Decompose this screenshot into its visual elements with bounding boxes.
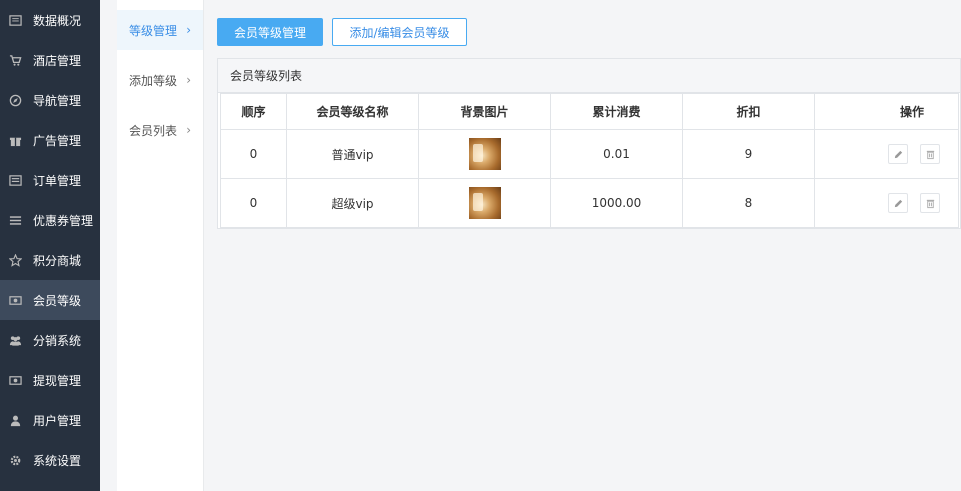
sidebar-item-label: 分销系统 [33, 333, 82, 348]
sidebar-item-0[interactable]: 数据概况 [0, 0, 100, 40]
cell-name: 普通vip [286, 129, 419, 179]
cell-order: 0 [220, 129, 287, 179]
dashboard-icon [8, 13, 22, 27]
cell-image [418, 178, 551, 228]
column-header-name: 会员等级名称 [286, 93, 419, 130]
sidebar-item-label: 系统设置 [33, 453, 82, 468]
cell-actions [814, 129, 959, 179]
subnav-item-label: 等级管理 [129, 23, 178, 38]
chevron-right-icon: › [186, 123, 191, 137]
sidebar-item-label: 订单管理 [33, 173, 82, 188]
sidebar-item-2[interactable]: 导航管理 [0, 80, 100, 120]
member-level-table: 顺序 会员等级名称 背景图片 累计消费 折扣 操作 0 普通vip 0.01 9 [220, 93, 959, 228]
pencil-icon [894, 199, 902, 207]
edit-button[interactable] [888, 144, 909, 164]
cell-actions [814, 178, 959, 228]
pencil-icon [894, 150, 902, 158]
money-icon [8, 373, 22, 387]
trash-icon [926, 199, 934, 208]
sidebar-item-9[interactable]: 提现管理 [0, 360, 100, 400]
table-header-row: 顺序 会员等级名称 背景图片 累计消费 折扣 操作 [220, 93, 959, 130]
users-icon [8, 333, 22, 347]
add-edit-member-level-button[interactable]: 添加/编辑会员等级 [332, 18, 467, 46]
star-icon [8, 253, 22, 267]
subnav-item-label: 添加等级 [129, 73, 178, 88]
delete-button[interactable] [920, 144, 940, 164]
subnav-item-member-list[interactable]: 会员列表 › [117, 110, 203, 150]
sidebar-item-7[interactable]: 会员等级 [0, 280, 100, 320]
gift-icon [8, 133, 22, 147]
sub-nav: 等级管理 › 添加等级 › 会员列表 › [117, 0, 204, 491]
cell-order: 0 [220, 178, 287, 228]
trash-icon [926, 150, 934, 159]
sidebar-item-6[interactable]: 积分商城 [0, 240, 100, 280]
column-header-order: 顺序 [220, 93, 287, 130]
member-level-management-button[interactable]: 会员等级管理 [217, 18, 323, 46]
list-icon [8, 173, 22, 187]
member-level-panel: 会员等级列表 顺序 会员等级名称 背景图片 累计消费 折扣 操作 0 普通vip… [217, 58, 961, 229]
main-sidebar: 数据概况酒店管理导航管理广告管理订单管理优惠券管理积分商城会员等级分销系统提现管… [0, 0, 100, 491]
subnav-item-label: 会员列表 [129, 123, 178, 138]
background-thumbnail[interactable] [468, 187, 501, 219]
panel-title: 会员等级列表 [218, 59, 960, 93]
chevron-right-icon: › [186, 23, 191, 37]
chevron-right-icon: › [186, 73, 191, 87]
money-icon [8, 293, 22, 307]
sidebar-item-label: 导航管理 [33, 93, 82, 108]
cell-spend: 0.01 [550, 129, 683, 179]
sidebar-item-label: 广告管理 [33, 133, 82, 148]
sidebar-item-label: 优惠券管理 [33, 213, 94, 228]
cell-name: 超级vip [286, 178, 419, 228]
sidebar-item-3[interactable]: 广告管理 [0, 120, 100, 160]
sidebar-item-label: 用户管理 [33, 413, 82, 428]
column-header-discount: 折扣 [682, 93, 815, 130]
column-header-actions: 操作 [814, 93, 959, 130]
sidebar-item-label: 数据概况 [33, 13, 82, 28]
sidebar-item-label: 酒店管理 [33, 53, 82, 68]
menu-icon [8, 213, 22, 227]
sidebar-item-5[interactable]: 优惠券管理 [0, 200, 100, 240]
delete-button[interactable] [920, 193, 940, 213]
sidebar-item-1[interactable]: 酒店管理 [0, 40, 100, 80]
table-row: 0 普通vip 0.01 9 [220, 129, 959, 179]
sidebar-item-label: 积分商城 [33, 253, 82, 268]
sidebar-item-10[interactable]: 用户管理 [0, 400, 100, 440]
column-header-spend: 累计消费 [550, 93, 683, 130]
edit-button[interactable] [888, 193, 909, 213]
table-row: 0 超级vip 1000.00 8 [220, 178, 959, 228]
cell-spend: 1000.00 [550, 178, 683, 228]
subnav-item-add-level[interactable]: 添加等级 › [117, 60, 203, 100]
user-icon [8, 413, 22, 427]
cart-icon [8, 53, 22, 67]
compass-icon [8, 93, 22, 107]
gear-icon [8, 453, 22, 467]
sidebar-item-label: 会员等级 [33, 293, 82, 308]
cell-discount: 8 [682, 178, 815, 228]
sidebar-item-4[interactable]: 订单管理 [0, 160, 100, 200]
sidebar-item-label: 提现管理 [33, 373, 82, 388]
background-thumbnail[interactable] [468, 138, 501, 170]
subnav-item-level-management[interactable]: 等级管理 › [117, 10, 203, 50]
cell-discount: 9 [682, 129, 815, 179]
sidebar-item-11[interactable]: 系统设置 [0, 440, 100, 480]
sidebar-item-8[interactable]: 分销系统 [0, 320, 100, 360]
column-header-image: 背景图片 [418, 93, 551, 130]
cell-image [418, 129, 551, 179]
